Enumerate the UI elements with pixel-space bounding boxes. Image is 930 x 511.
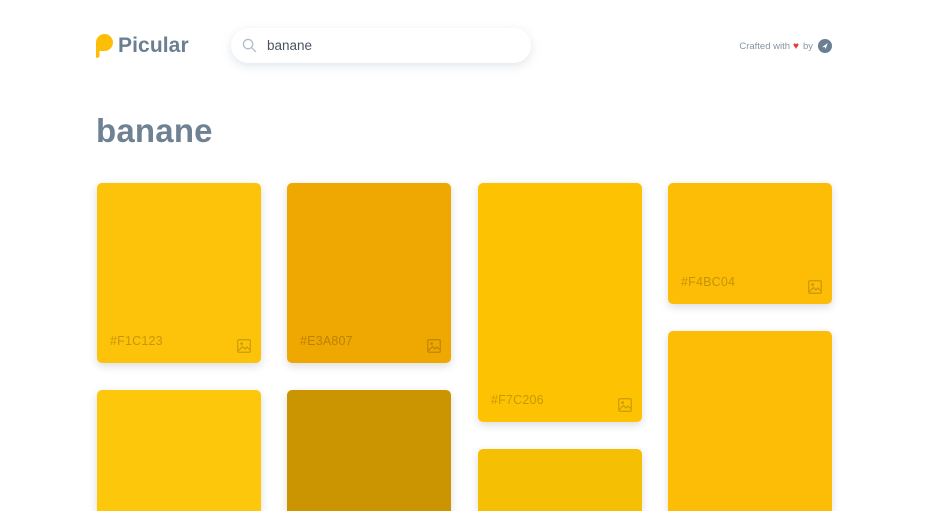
page-title: banane bbox=[96, 112, 213, 149]
page: Picular Crafted with ♥ by banane #F1C123… bbox=[0, 0, 930, 511]
logo-text: Picular bbox=[118, 34, 189, 57]
logo-drop-icon bbox=[96, 34, 113, 58]
search-input[interactable] bbox=[267, 38, 507, 53]
image-icon[interactable] bbox=[808, 280, 822, 294]
credits-crafted-text: Crafted with bbox=[739, 40, 791, 52]
color-card[interactable] bbox=[668, 331, 832, 511]
credits: Crafted with ♥ by bbox=[739, 39, 832, 53]
author-badge-icon[interactable] bbox=[818, 39, 832, 53]
search-icon bbox=[242, 38, 257, 53]
color-card[interactable]: #E3A807 bbox=[287, 183, 451, 363]
color-hex-label: #E3A807 bbox=[300, 334, 353, 348]
image-icon[interactable] bbox=[618, 398, 632, 412]
image-icon[interactable] bbox=[427, 339, 441, 353]
color-card[interactable] bbox=[97, 390, 261, 511]
logo[interactable]: Picular bbox=[96, 34, 189, 58]
color-card[interactable]: #F7C206 bbox=[478, 183, 642, 422]
color-hex-label: #F7C206 bbox=[491, 393, 544, 407]
image-icon[interactable] bbox=[237, 339, 251, 353]
color-hex-label: #F4BC04 bbox=[681, 275, 736, 289]
color-card[interactable]: #F1C123 bbox=[97, 183, 261, 363]
credits-by-text: by bbox=[802, 40, 813, 52]
logo-drop-shape bbox=[96, 34, 113, 58]
color-card[interactable] bbox=[287, 390, 451, 511]
search-bar[interactable] bbox=[231, 28, 531, 63]
heart-icon: ♥ bbox=[793, 40, 799, 52]
color-card[interactable] bbox=[478, 449, 642, 511]
color-card[interactable]: #F4BC04 bbox=[668, 183, 832, 304]
color-hex-label: #F1C123 bbox=[110, 334, 163, 348]
